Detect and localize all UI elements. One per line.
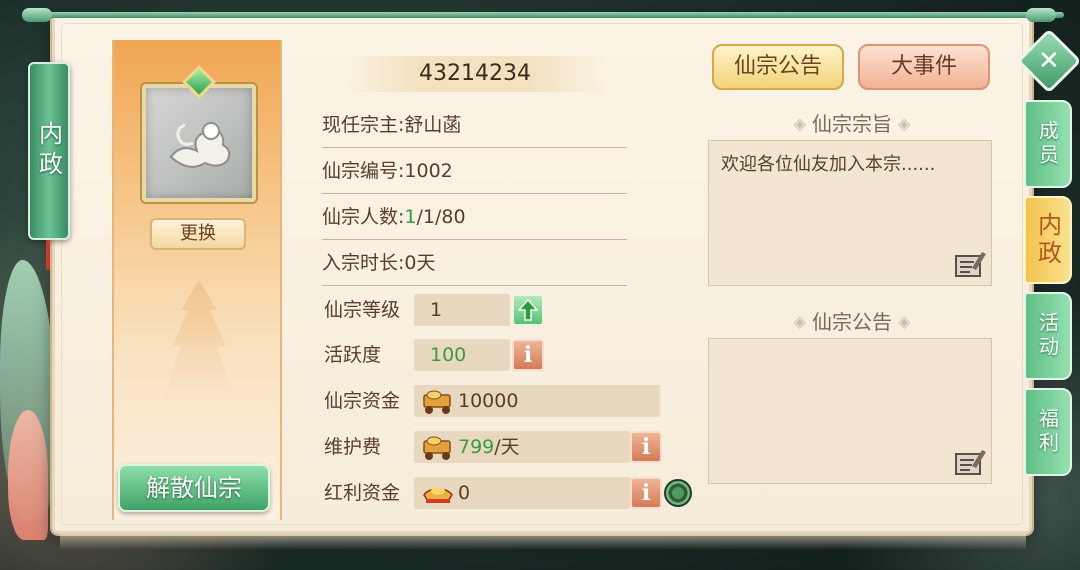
upkeep-label: 维护费	[324, 436, 382, 458]
tab-internal-affairs-label: 内政	[1033, 212, 1062, 268]
funds-label: 仙宗资金	[324, 390, 401, 412]
upgrade-button[interactable]	[512, 294, 544, 326]
disband-sect-button[interactable]: 解散仙宗	[118, 464, 270, 512]
upkeep-info-button[interactable]: i	[630, 431, 662, 463]
upkeep-unit: /天	[494, 436, 520, 458]
tab-welfare-label: 福利	[1035, 408, 1060, 456]
sect-id: 43214234	[340, 56, 610, 92]
info-icon: i	[641, 480, 651, 506]
tab-activities[interactable]: 活动	[1024, 292, 1072, 380]
duration-label: 入宗时长:	[322, 252, 405, 274]
tab-activities-label: 活动	[1035, 312, 1060, 360]
rod-cap-right	[1026, 8, 1056, 22]
duration-row: 入宗时长:0天	[322, 240, 627, 286]
upkeep-value: 799	[458, 436, 495, 458]
gold-cart-icon	[423, 436, 451, 460]
panel-shadow	[60, 534, 1026, 550]
fan-decoration	[8, 410, 48, 540]
announcement-text	[708, 338, 992, 484]
tab-members-label: 成员	[1035, 120, 1060, 168]
members-row: 仙宗人数:1/1/80	[322, 194, 627, 240]
arrow-up-icon	[518, 299, 538, 321]
sect-number-value: 1002	[404, 160, 453, 182]
bonus-info-button[interactable]: i	[630, 477, 662, 509]
tab-members[interactable]: 成员	[1024, 100, 1072, 188]
top-rod	[24, 12, 1064, 18]
leader-label: 现任宗主:	[322, 114, 405, 136]
gold-ingot-icon	[423, 487, 453, 503]
edit-announcement-icon[interactable]	[954, 448, 988, 478]
rod-cap-left	[22, 8, 52, 22]
tassel	[46, 240, 50, 270]
tab-events[interactable]: 大事件	[858, 44, 990, 90]
leader-value: 舒山菡	[404, 114, 462, 136]
pagoda-decoration	[163, 280, 235, 400]
gear-icon[interactable]	[664, 479, 692, 507]
duration-value: 0天	[404, 252, 436, 274]
activity-label: 活跃度	[324, 344, 382, 366]
sect-emblem	[142, 84, 256, 202]
purpose-title: 仙宗宗旨	[712, 108, 992, 137]
bonus-funds-label: 红利资金	[324, 482, 401, 504]
members-label: 仙宗人数:	[322, 206, 405, 228]
close-icon: ✕	[1038, 45, 1060, 76]
gold-cart-icon	[423, 390, 451, 414]
level-value: 1	[414, 294, 510, 326]
activity-value: 100	[414, 339, 510, 371]
leader-row: 现任宗主:舒山菡	[322, 102, 627, 148]
tab-welfare[interactable]: 福利	[1024, 388, 1072, 476]
announcement-title: 仙宗公告	[712, 306, 992, 335]
tab-internal-affairs[interactable]: 内政	[1024, 196, 1072, 284]
cloud-flower-icon	[169, 122, 231, 168]
portrait-column: 更换	[112, 40, 282, 520]
members-rest: /1/80	[416, 206, 466, 228]
level-label: 仙宗等级	[324, 299, 401, 321]
edit-purpose-icon[interactable]	[954, 250, 988, 280]
info-icon: i	[523, 342, 533, 368]
purpose-text: 欢迎各位仙友加入本宗......	[708, 140, 992, 286]
tab-notice[interactable]: 仙宗公告	[712, 44, 844, 90]
info-icon: i	[641, 434, 651, 460]
sect-number-row: 仙宗编号:1002	[322, 148, 627, 194]
members-current: 1	[404, 206, 417, 228]
sect-number-label: 仙宗编号:	[322, 160, 405, 182]
change-emblem-button[interactable]: 更换	[150, 218, 246, 250]
activity-info-button[interactable]: i	[512, 339, 544, 371]
left-banner-label: 内政	[34, 121, 63, 181]
left-banner: 内政	[28, 62, 70, 240]
